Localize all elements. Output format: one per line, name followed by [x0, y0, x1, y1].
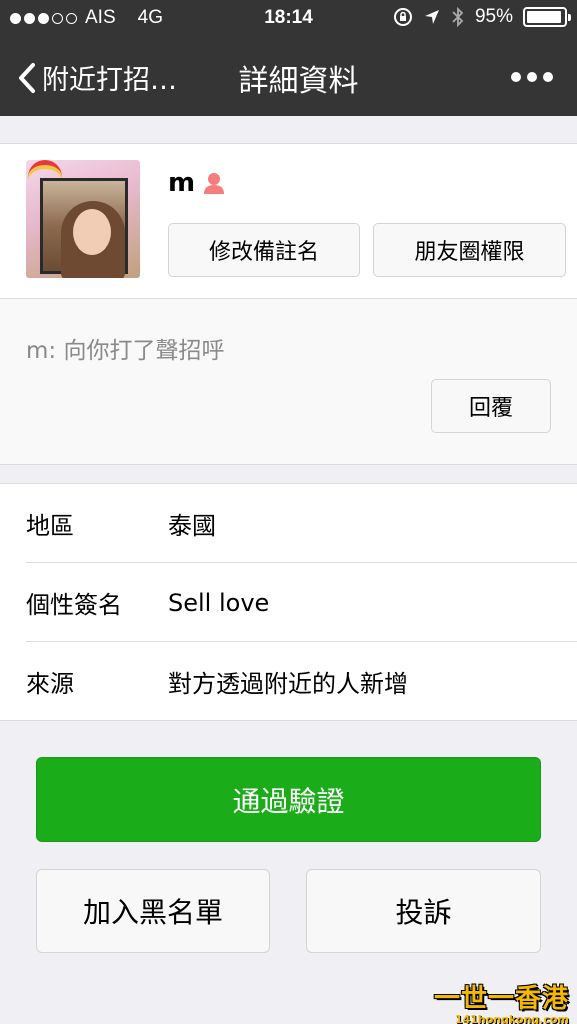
- more-dot-icon: [511, 72, 521, 82]
- info-row-region: 地區 泰國: [0, 484, 577, 563]
- more-options-button[interactable]: [511, 72, 553, 82]
- info-value: 對方透過附近的人新增: [168, 670, 408, 698]
- info-row-source: 來源 對方透過附近的人新增: [0, 642, 577, 721]
- avatar[interactable]: [26, 160, 140, 278]
- page-title: 詳細資料: [238, 64, 359, 99]
- battery-icon: [523, 7, 571, 27]
- info-value: 泰國: [168, 512, 216, 540]
- status-right: 95%: [393, 6, 571, 28]
- profile-card: m 修改備註名 朋友圈權限: [0, 143, 577, 299]
- battery-fill: [527, 11, 562, 23]
- location-arrow-icon: [424, 10, 439, 24]
- rotation-lock-icon: [393, 8, 412, 26]
- info-list: 地區 泰國 個性簽名 Sell love 來源 對方透過附近的人新增: [0, 483, 577, 721]
- reply-button[interactable]: 回覆: [431, 379, 551, 433]
- watermark-title: 一世一香港: [433, 984, 569, 1014]
- add-to-blacklist-button[interactable]: 加入黑名單: [36, 869, 270, 953]
- edit-remark-button[interactable]: 修改備註名: [168, 223, 360, 277]
- rainbow-sticker-icon: [28, 160, 62, 180]
- bluetooth-icon: [452, 6, 464, 28]
- info-label: 個性簽名: [26, 591, 122, 619]
- report-button[interactable]: 投訴: [306, 869, 541, 953]
- female-gender-icon: [204, 173, 225, 194]
- profile-name-row: m: [168, 168, 227, 198]
- moments-permission-button[interactable]: 朋友圈權限: [373, 223, 566, 277]
- battery-percent: 95%: [474, 6, 513, 27]
- avatar-photo-frame: [40, 178, 128, 278]
- profile-name: m: [168, 168, 196, 198]
- greeting-message: m: 向你打了聲招呼: [26, 338, 225, 364]
- verify-button[interactable]: 通過驗證: [36, 757, 541, 842]
- info-label: 來源: [26, 670, 74, 698]
- watermark-url: 141hongkong.com: [454, 1013, 569, 1024]
- watermark: 一世一香港 141hongkong.com: [434, 978, 569, 1024]
- info-label: 地區: [26, 512, 74, 540]
- info-value: Sell love: [168, 588, 270, 617]
- status-bar: AIS 4G 18:14 95%: [0, 0, 577, 36]
- navigation-bar: 附近打招… 詳細資料: [0, 36, 577, 116]
- info-row-signature: 個性簽名 Sell love: [0, 563, 577, 642]
- greeting-card: m: 向你打了聲招呼 回覆: [0, 299, 577, 465]
